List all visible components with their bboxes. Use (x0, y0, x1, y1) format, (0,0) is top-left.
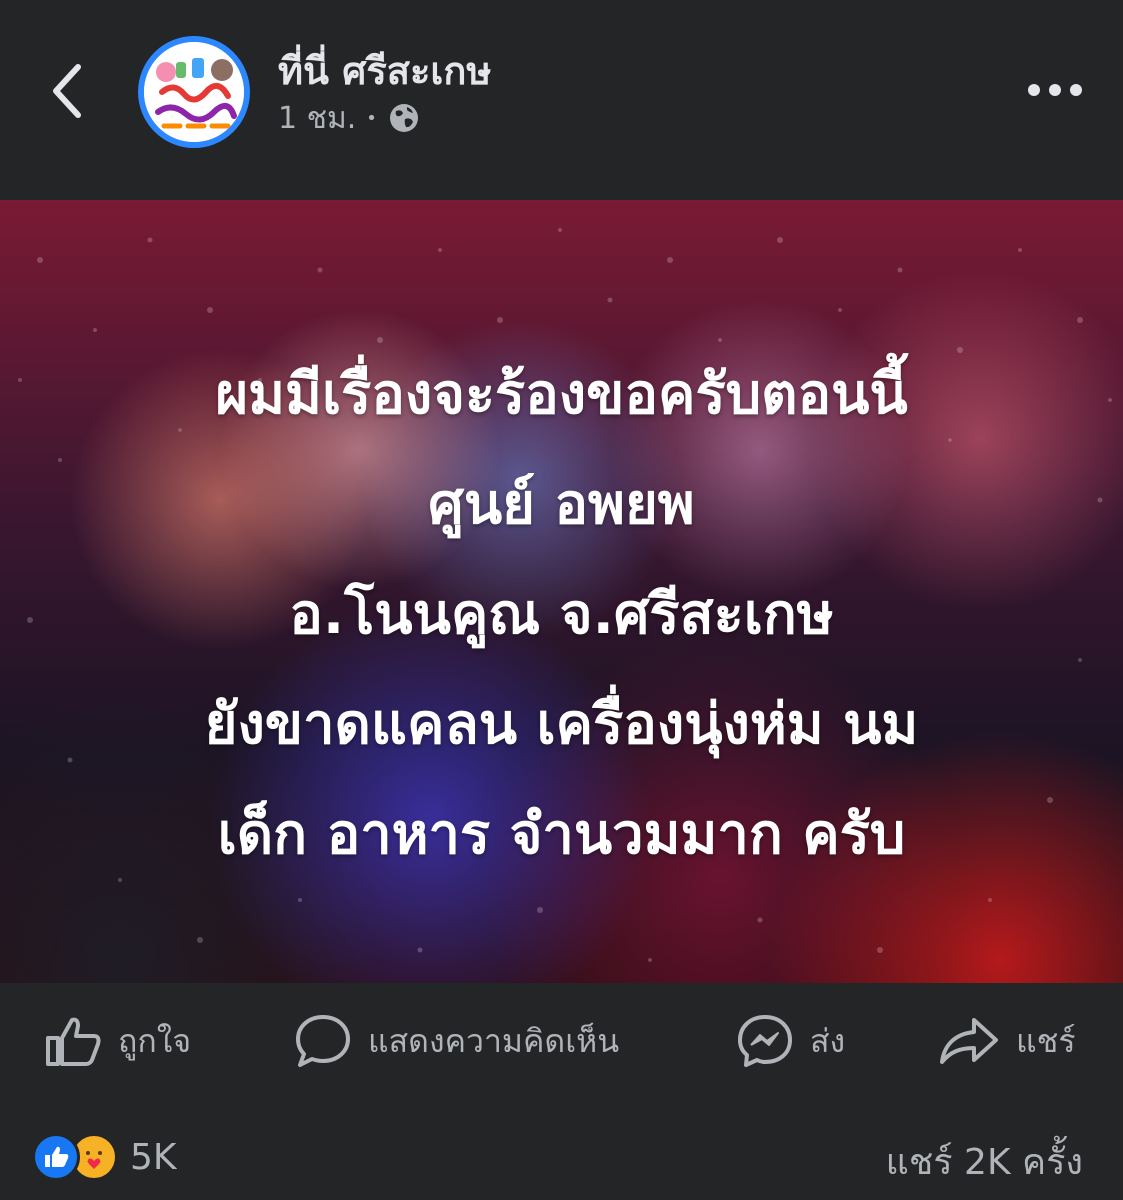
reactions-summary[interactable]: 5K (32, 1129, 177, 1185)
share-arrow-icon (940, 1018, 998, 1064)
more-dots-icon (1028, 84, 1082, 96)
post-footer: 5K แชร์ 2K ครั้ง (0, 1101, 1123, 1200)
comment-bubble-icon (296, 1015, 350, 1067)
chevron-left-icon (53, 64, 81, 118)
share-count[interactable]: แชร์ 2K ครั้ง (886, 1133, 1083, 1190)
share-label: แชร์ (1016, 1021, 1076, 1060)
comment-label: แสดงความคิดเห็น (368, 1021, 620, 1060)
meta-separator: • (366, 107, 377, 129)
post-line: ศูนย์ อพยพ (428, 472, 695, 537)
like-label: ถูกใจ (118, 1021, 192, 1060)
post-header: ที่นี่ ศรีสะเกษ 1 ชม. • (0, 0, 1123, 200)
post-line: อ.โนนคูณ จ.ศรีสะเกษ (289, 582, 834, 647)
post-line: ยังขาดแคลน เครื่องนุ่งห่ม นม (204, 692, 919, 757)
page-name[interactable]: ที่นี่ ศรีสะเกษ (278, 40, 491, 101)
post-line: ผมมีเรื่องจะร้องขอครับตอนนี้ (215, 362, 908, 427)
messenger-icon (738, 1015, 792, 1067)
post-time[interactable]: 1 ชม. (278, 95, 356, 142)
reaction-count: 5K (130, 1136, 177, 1178)
action-bar: ถูกใจ แสดงความคิดเห็น ส่ง แชร์ (0, 983, 1123, 1101)
globe-icon (389, 104, 418, 132)
send-label: ส่ง (810, 1021, 846, 1060)
share-button[interactable]: แชร์ (938, 1001, 1076, 1081)
like-button[interactable]: ถูกใจ (44, 1001, 191, 1081)
page-logo-image (144, 42, 244, 142)
facebook-post-page: ที่นี่ ศรีสะเกษ 1 ชม. • ผมมีเรื่องจะร้อง… (0, 0, 1123, 1200)
post-background-image[interactable]: ผมมีเรื่องจะร้องขอครับตอนนี้ ศูนย์ อพยพ … (0, 200, 1123, 983)
post-message: ผมมีเรื่องจะร้องขอครับตอนนี้ ศูนย์ อพยพ … (0, 340, 1123, 890)
post-meta: 1 ชม. • (278, 98, 421, 138)
like-reaction-icon (32, 1133, 80, 1181)
comment-button[interactable]: แสดงความคิดเห็น (294, 1001, 619, 1081)
send-button[interactable]: ส่ง (736, 1001, 845, 1081)
thumbs-up-icon (46, 1017, 101, 1066)
page-avatar[interactable] (138, 36, 250, 148)
post-line: เด็ก อาหาร จำนวมมาก ครับ (217, 802, 906, 867)
back-button[interactable] (40, 58, 96, 124)
more-options-button[interactable] (1020, 68, 1090, 112)
